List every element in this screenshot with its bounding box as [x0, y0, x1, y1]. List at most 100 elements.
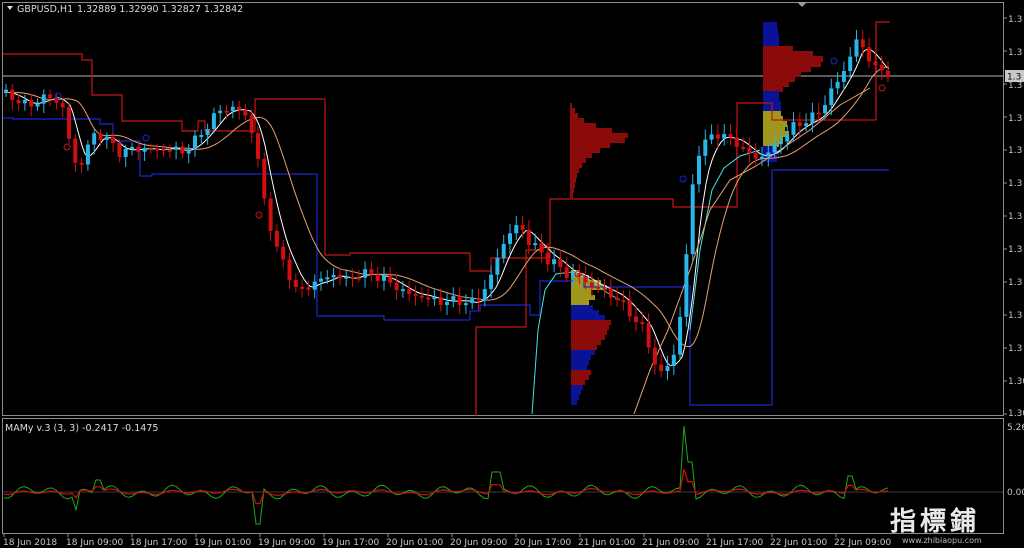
candle-body: [85, 144, 90, 165]
volume-profiles: [570, 22, 823, 405]
candle-body: [331, 274, 336, 278]
candle-body: [325, 277, 330, 280]
candle-body: [413, 293, 418, 296]
profile-bar: [570, 103, 572, 108]
candle-body: [117, 143, 122, 157]
candle-body: [400, 289, 405, 292]
chart-shift-icon[interactable]: [797, 2, 807, 7]
candle-body: [482, 289, 487, 301]
candle-body: [766, 152, 771, 157]
candle-body: [520, 225, 525, 230]
profile-bar: [571, 315, 605, 320]
candle-body: [60, 102, 65, 108]
candle-body: [167, 149, 172, 152]
candle-body: [734, 137, 739, 147]
indicator-axis-zero: 0.00: [1007, 488, 1024, 498]
candle-body: [274, 230, 279, 247]
buy-signal-marker: [830, 57, 838, 65]
candle-body: [155, 148, 160, 151]
candle-body: [804, 123, 809, 126]
candle-body: [823, 105, 827, 114]
candle-body: [489, 274, 494, 290]
price-label: 1.3: [1008, 81, 1022, 91]
profile-bar: [571, 380, 585, 385]
candle-body: [48, 94, 53, 98]
candle-body: [407, 289, 412, 294]
candle-body: [652, 347, 657, 365]
candle-body: [495, 258, 500, 275]
candle-body: [382, 274, 386, 281]
profile-bar: [570, 188, 574, 193]
profile-bar: [571, 300, 589, 305]
candle-body: [476, 297, 481, 301]
candle-body: [835, 81, 840, 89]
candle-body: [104, 136, 109, 140]
candle-body: [501, 243, 506, 259]
candle-body: [470, 297, 475, 304]
candle-body: [388, 274, 393, 283]
candle-body: [797, 122, 802, 126]
time-label: 18 Jun 2018: [3, 538, 57, 548]
candle-body: [571, 273, 575, 278]
buy-signal-marker: [679, 175, 687, 183]
candle-body: [860, 39, 865, 48]
profile-bar: [571, 355, 591, 360]
triangle-down-icon[interactable]: [7, 6, 13, 10]
candle-body: [337, 274, 342, 279]
candle-body: [161, 149, 166, 152]
price-label: 1.3: [1008, 212, 1022, 222]
candlesticks[interactable]: [4, 29, 890, 380]
candle-body: [741, 146, 746, 149]
time-label: 20 Jun 17:00: [514, 538, 571, 548]
candle-body: [640, 322, 645, 325]
profile-bar: [570, 113, 578, 118]
candle-body: [73, 138, 78, 163]
candle-body: [16, 99, 21, 104]
main-chart-frame: [2, 2, 1004, 416]
time-label: 22 Jun 01:00: [770, 538, 827, 548]
candle-body: [552, 259, 557, 265]
candle-body: [130, 146, 134, 149]
profile-bar: [571, 330, 607, 335]
symbol-timeframe: GBPUSD,H1: [17, 4, 73, 15]
candle-body: [256, 133, 260, 159]
price-channels: [3, 21, 890, 416]
candle-body: [886, 70, 890, 78]
candle-body: [293, 280, 298, 287]
candle-body: [98, 133, 103, 140]
sell-signal-marker: [63, 143, 71, 151]
time-label: 20 Jun 01:00: [386, 538, 443, 548]
candle-body: [508, 233, 512, 244]
candle-body: [142, 148, 147, 152]
trading-chart[interactable]: GBPUSD,H1 1.32889 1.32990 1.32827 1.3284…: [0, 0, 1024, 548]
profile-bar: [571, 360, 589, 365]
time-label: 21 Jun 09:00: [642, 538, 699, 548]
candle-body: [829, 88, 834, 106]
candle-body: [193, 135, 197, 150]
profile-bar: [570, 173, 577, 178]
candle-body: [344, 276, 349, 279]
candle-body: [684, 254, 689, 317]
time-label: 21 Jun 17:00: [706, 538, 763, 548]
profile-bar: [571, 325, 609, 330]
candle-body: [432, 297, 437, 300]
candle-body: [180, 146, 185, 154]
profile-bar: [571, 390, 581, 395]
profile-bar: [570, 118, 584, 123]
indicator-title: MAMy v.3 (3, 3) -0.2417 -0.1475: [5, 423, 158, 434]
price-label: 1.3: [1008, 311, 1022, 321]
candle-body: [709, 134, 714, 140]
moving-averages: [4, 48, 890, 415]
candle-body: [615, 297, 620, 301]
price-label: 1.3: [1008, 15, 1022, 25]
chart-frames: [2, 2, 1007, 537]
candle-body: [445, 301, 449, 306]
buy-signal-marker: [142, 134, 150, 142]
profile-bar: [763, 34, 779, 40]
profile-bar: [571, 320, 611, 325]
candle-body: [306, 287, 311, 290]
profile-bar: [570, 108, 575, 113]
profile-bar: [570, 183, 575, 188]
candle-body: [4, 89, 8, 93]
profile-bar: [763, 40, 779, 46]
